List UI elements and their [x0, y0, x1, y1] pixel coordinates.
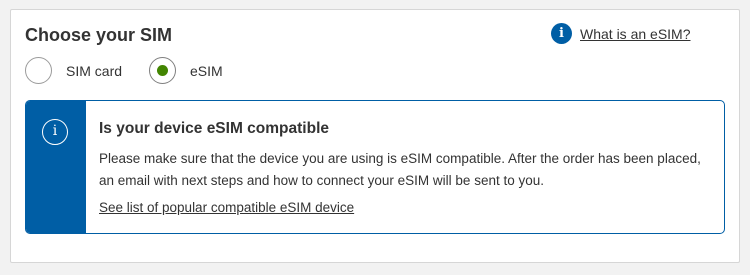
notice-body: Please make sure that the device you are… [99, 151, 701, 188]
notice-icon-bar: i [26, 101, 86, 233]
compatible-devices-link[interactable]: See list of popular compatible eSIM devi… [99, 200, 354, 215]
sim-card-radio[interactable] [25, 57, 52, 84]
esim-radio[interactable] [149, 57, 176, 84]
radio-option-sim-card[interactable]: SIM card [25, 57, 122, 84]
notice-title: Is your device eSIM compatible [99, 120, 329, 137]
section-heading: Choose your SIM [25, 25, 173, 45]
esim-label[interactable]: eSIM [190, 63, 223, 79]
sim-card-label[interactable]: SIM card [66, 63, 122, 79]
radio-option-esim[interactable]: eSIM [149, 57, 223, 84]
what-is-esim-help[interactable]: i What is an eSIM? [551, 23, 691, 44]
info-icon: i [551, 23, 572, 44]
sim-selection-card: Choose your SIM i What is an eSIM? SIM c… [10, 9, 740, 263]
radio-selected-dot [157, 65, 168, 76]
esim-compatibility-notice: i Is your device eSIM compatible Please … [25, 100, 725, 234]
info-icon: i [42, 119, 68, 145]
what-is-esim-link[interactable]: What is an eSIM? [580, 26, 691, 42]
